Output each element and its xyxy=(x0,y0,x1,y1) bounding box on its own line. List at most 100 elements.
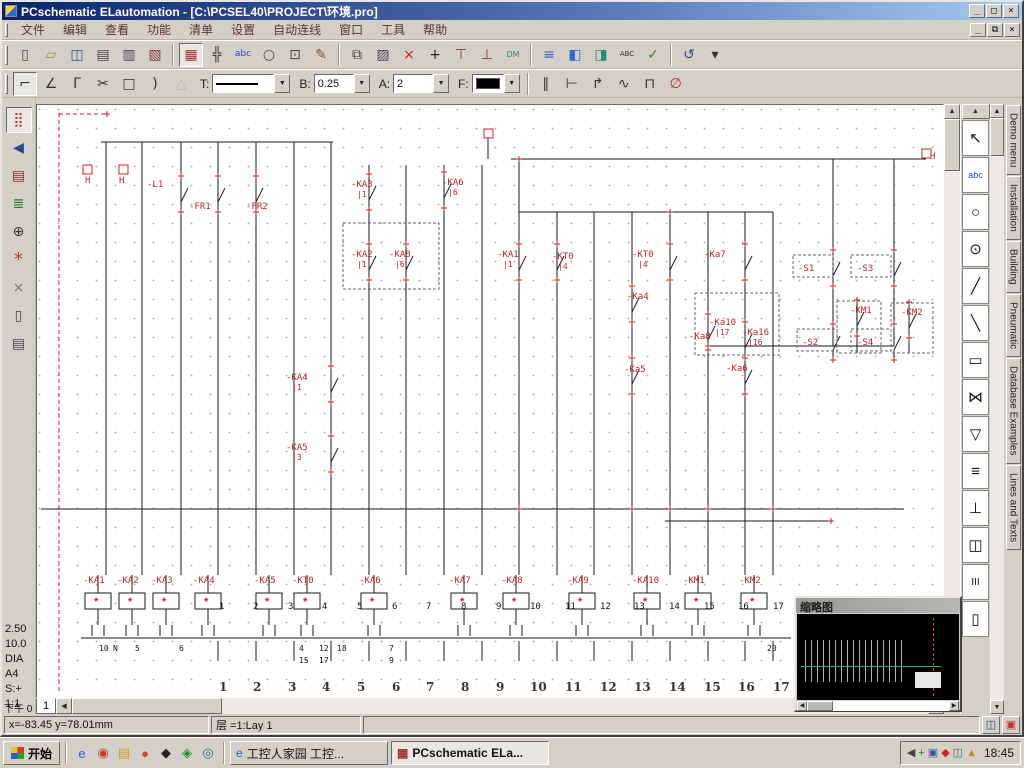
menu-item-1[interactable]: 文件 xyxy=(12,19,54,40)
zoom-icon[interactable]: ⊕ xyxy=(6,219,32,245)
component-label-kt0[interactable]: -KT0 xyxy=(632,251,654,260)
angle-arrow-icon[interactable]: ▼ xyxy=(433,74,449,93)
thumbnail-preview[interactable] xyxy=(797,614,959,700)
thumbnail-title[interactable]: 缩略图 xyxy=(796,598,960,613)
junction-icon[interactable]: ╬ xyxy=(205,43,229,67)
toolbar-grip[interactable] xyxy=(5,45,8,65)
new-icon[interactable]: ▯ xyxy=(13,43,37,67)
component-label-h[interactable]: H xyxy=(930,153,935,162)
status-save-button[interactable]: ◫ xyxy=(982,716,1000,734)
component-label-fr2[interactable]: -FR2 xyxy=(246,203,268,212)
mdi-close-button[interactable]: × xyxy=(1004,23,1020,37)
task-button-1[interactable]: e工控人家园 工控... xyxy=(230,741,388,765)
component-label-fr1[interactable]: -FR1 xyxy=(189,203,211,212)
coil-label-ka2[interactable]: -KA2 xyxy=(117,577,139,586)
contact-nc-symbol-icon[interactable]: ╲ xyxy=(962,305,989,341)
scroll-up-icon[interactable]: ▲ xyxy=(944,104,960,119)
reference-star-icon[interactable]: * xyxy=(6,247,32,273)
line-type-value[interactable] xyxy=(212,74,274,93)
thumbnail-window[interactable]: 缩略图 ◀ ▶ xyxy=(794,596,962,712)
thumbnail-scroll-track[interactable] xyxy=(833,701,949,711)
coil-label-ka1[interactable]: -KA1 xyxy=(83,577,105,586)
component-label-s4[interactable]: -S4 xyxy=(857,339,873,348)
component-label-ka2[interactable]: -KA2 xyxy=(351,251,373,260)
pencil-tool-icon[interactable]: ✎ xyxy=(309,43,333,67)
undo-icon[interactable]: ↺ xyxy=(677,43,701,67)
status-pin-button[interactable]: ▣ xyxy=(1002,716,1020,734)
line-type-arrow-icon[interactable]: ▼ xyxy=(274,74,290,93)
menu-grip[interactable] xyxy=(5,23,8,37)
color-value[interactable] xyxy=(472,74,504,93)
menu-item-8[interactable]: 窗口 xyxy=(330,19,372,40)
menu-item-6[interactable]: 设置 xyxy=(222,19,264,40)
object-list-icon[interactable]: ≡ xyxy=(537,43,561,67)
plot-icon[interactable]: ▧ xyxy=(143,43,167,67)
delete-net-icon[interactable]: × xyxy=(6,275,32,301)
funnel-symbol-icon[interactable]: ▽ xyxy=(962,416,989,452)
pin-top-icon[interactable]: ⊤ xyxy=(449,43,473,67)
conductor-icon[interactable]: ⊓ xyxy=(638,72,662,96)
mail-icon[interactable]: ◉ xyxy=(93,743,113,763)
text-tool-icon[interactable]: abc xyxy=(231,43,255,67)
valve-symbol-icon[interactable]: ⋈ xyxy=(962,379,989,415)
start-button[interactable]: 开始 xyxy=(3,741,60,765)
tray-antivirus-icon[interactable]: + xyxy=(918,748,924,759)
task-button-2[interactable]: ▦PCschematic ELa... xyxy=(391,741,549,765)
no-voltage-icon[interactable]: ∅ xyxy=(664,72,688,96)
angle-value[interactable]: 2 xyxy=(393,74,433,93)
parallel-lines-icon[interactable]: ∥ xyxy=(534,72,558,96)
contact-no-symbol-icon[interactable]: ╱ xyxy=(962,268,989,304)
component-label-h[interactable]: H xyxy=(119,177,124,186)
resistor-symbol-icon[interactable]: ≡ xyxy=(962,453,989,489)
component-label-h[interactable]: H xyxy=(85,177,90,186)
mdi-minimize-button[interactable]: _ xyxy=(970,23,986,37)
symbol-tab-installation[interactable]: Installation xyxy=(1006,176,1021,240)
symbol-tab-pneumatic[interactable]: Pneumatic xyxy=(1006,294,1021,357)
select-grid-icon[interactable]: ⣿ xyxy=(6,107,32,133)
component-label-ka16[interactable]: -Ka16 xyxy=(742,329,769,338)
color-arrow-icon[interactable]: ▼ xyxy=(504,74,520,93)
thumbnail-scroll-right-icon[interactable]: ▶ xyxy=(949,701,959,711)
component-label-ka7[interactable]: -Ka7 xyxy=(704,251,726,260)
ground-symbol-icon[interactable]: ⊥ xyxy=(962,490,989,526)
meter-symbol-icon[interactable]: ⊙ xyxy=(962,231,989,267)
palette-scroll-down-icon[interactable]: ▼ xyxy=(990,700,1004,714)
paste-icon[interactable]: ▨ xyxy=(371,43,395,67)
palette-scrollbar[interactable]: ▲ ▼ xyxy=(990,104,1004,714)
component-label-s3[interactable]: -S3 xyxy=(857,265,873,274)
coil-label-ka3[interactable]: -KA3 xyxy=(151,577,173,586)
log-icon[interactable]: ▤ xyxy=(6,331,32,357)
component-label-ka6[interactable]: -Ka6 xyxy=(726,365,748,374)
coil-label-km2[interactable]: -KM2 xyxy=(739,577,761,586)
component-label-ka6[interactable]: -KA6 xyxy=(442,179,464,188)
pin-bottom-icon[interactable]: ⊥ xyxy=(475,43,499,67)
move-icon[interactable]: + xyxy=(423,43,447,67)
component-label-ka10[interactable]: -Ka10 xyxy=(709,319,736,328)
coil-label-km1[interactable]: -KM1 xyxy=(683,577,705,586)
msn-icon[interactable]: ◈ xyxy=(177,743,197,763)
menu-item-7[interactable]: 自动连线 xyxy=(264,19,330,40)
toolbar-grip-2[interactable] xyxy=(5,74,8,94)
desktop-icon[interactable]: ▤ xyxy=(114,743,134,763)
component-label-ka3[interactable]: -KA3 xyxy=(351,181,373,190)
open-icon[interactable]: ▱ xyxy=(39,43,63,67)
minimize-button[interactable]: _ xyxy=(969,4,985,18)
tray-qq-icon[interactable]: ◆ xyxy=(941,748,949,759)
palette-scroll-up-icon[interactable]: ▲ xyxy=(990,104,1004,118)
print-setup-icon[interactable]: ▥ xyxy=(117,43,141,67)
route-tool-icon[interactable]: ⌐ xyxy=(13,72,37,96)
mdi-restore-button[interactable]: ⧉ xyxy=(987,23,1003,37)
undo-menu-icon[interactable]: ▾ xyxy=(703,43,727,67)
circle-tool-icon[interactable]: ○ xyxy=(257,43,281,67)
component-label-ka5[interactable]: -Ka5 xyxy=(624,366,646,375)
thumbnail-scrollbar[interactable]: ◀ ▶ xyxy=(797,701,959,711)
component-label-ka1[interactable]: -KA1 xyxy=(497,251,519,260)
side-view-icon[interactable]: ◧ xyxy=(563,43,587,67)
note-icon[interactable]: ▯ xyxy=(6,303,32,329)
corner-route-icon[interactable]: ↱ xyxy=(586,72,610,96)
palette-up-icon[interactable]: ▲ xyxy=(962,104,990,119)
component-label-s2[interactable]: -S2 xyxy=(802,339,818,348)
coil-label-ka6[interactable]: -KA6 xyxy=(359,577,381,586)
component-label-ka8[interactable]: -KA8 xyxy=(389,251,411,260)
page-tab-1[interactable]: 1 xyxy=(36,698,56,714)
